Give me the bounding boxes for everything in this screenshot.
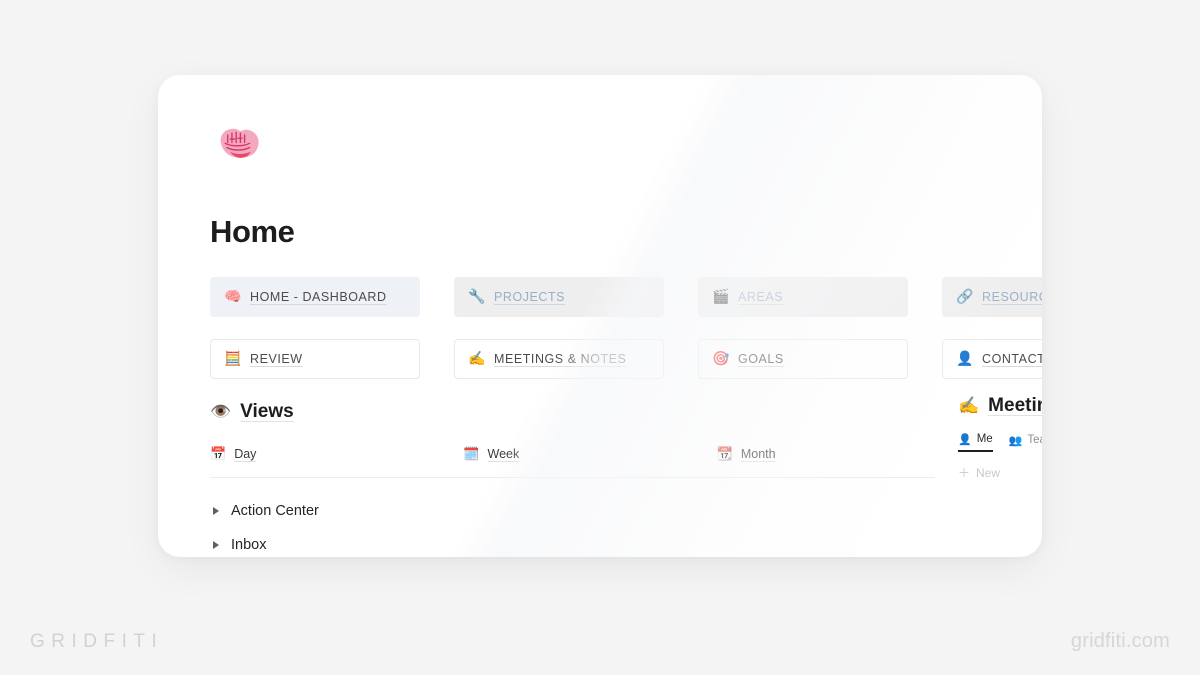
- nav-card-projects[interactable]: 🔧 PROJECTS: [454, 277, 664, 317]
- person-emoji: 👤: [956, 351, 974, 367]
- view-link-label: Month: [740, 447, 776, 461]
- nav-card-label: CONTACTS: [982, 352, 1042, 366]
- gridfiti-site-watermark: gridfiti.com: [1070, 630, 1170, 652]
- view-link-month[interactable]: 📆 Month: [717, 447, 970, 461]
- gridfiti-brand-watermark: GRIDFITI: [30, 631, 164, 652]
- people-icon: 👥: [1008, 433, 1023, 447]
- tab-me[interactable]: 👤 Me: [958, 433, 993, 452]
- views-section: 👁️ Views 📅 Day 🗓️ Week 📆 Month: [210, 401, 1042, 478]
- eye-emoji: 👁️: [210, 401, 232, 422]
- view-link-week[interactable]: 🗓️ Week: [463, 447, 716, 461]
- nav-card-meetings-notes[interactable]: ✍️ MEETINGS & NOTES: [454, 339, 664, 379]
- tab-team[interactable]: 👥 Team: [1009, 434, 1042, 451]
- nav-card-contacts[interactable]: 👤 CONTACTS: [942, 339, 1042, 379]
- calendar-emoji: 📅: [210, 446, 227, 462]
- tab-label: Me: [976, 433, 993, 445]
- pencil-emoji: ✍️: [958, 395, 980, 416]
- wrench-emoji: 🔧: [468, 289, 486, 305]
- clapper-emoji: 🎬: [712, 289, 730, 305]
- plus-icon: ＋: [958, 466, 971, 480]
- page-icon[interactable]: [210, 118, 1042, 172]
- calendar-emoji: 📆: [716, 446, 733, 462]
- nav-card-row-2: 🧮 REVIEW ✍️ MEETINGS & NOTES 🎯 GOALS 👤 C…: [210, 339, 1042, 379]
- toggle-list: Action Center Inbox: [210, 494, 1042, 557]
- meetings-heading: ✍️ Meetin: [958, 395, 1042, 417]
- nav-card-label: RESOURCES: [982, 290, 1042, 304]
- nav-card-label: AREAS: [738, 290, 784, 304]
- notion-page: Home 🧠 HOME - DASHBOARD 🔧 PROJECTS 🎬 ARE…: [158, 75, 1042, 557]
- target-emoji: 🎯: [712, 351, 730, 367]
- nav-card-row-1: 🧠 HOME - DASHBOARD 🔧 PROJECTS 🎬 AREAS 🔗 …: [210, 277, 1042, 317]
- nav-card-label: REVIEW: [250, 352, 303, 366]
- calendar-emoji: 🗓️: [463, 446, 480, 462]
- nav-card-home-dashboard[interactable]: 🧠 HOME - DASHBOARD: [210, 277, 420, 317]
- view-link-day[interactable]: 📅 Day: [210, 447, 463, 461]
- chevron-right-icon[interactable]: [213, 541, 219, 549]
- views-row: 📅 Day 🗓️ Week 📆 Month: [210, 447, 970, 461]
- toggle-label: Action Center: [231, 503, 319, 519]
- brain-emoji: [220, 128, 259, 158]
- meetings-heading-label: Meetin: [988, 395, 1042, 416]
- nav-card-label: PROJECTS: [494, 290, 566, 304]
- views-heading: 👁️ Views: [210, 401, 1042, 423]
- toggle-label: Inbox: [231, 537, 267, 553]
- meetings-rail: ✍️ Meetin 👤 Me 👥 Team ＋ New: [958, 395, 1042, 481]
- nav-card-label: GOALS: [738, 352, 784, 366]
- nav-card-review[interactable]: 🧮 REVIEW: [210, 339, 420, 379]
- person-icon: 👤: [958, 432, 972, 446]
- meetings-tabs: 👤 Me 👥 Team: [958, 433, 1042, 452]
- views-heading-label: Views: [240, 401, 294, 422]
- toggle-action-center[interactable]: Action Center: [210, 494, 1042, 528]
- new-meeting-label: New: [976, 465, 1001, 480]
- nav-card-resources[interactable]: 🔗 RESOURCES: [942, 277, 1042, 317]
- section-divider: [210, 477, 935, 478]
- toggle-inbox[interactable]: Inbox: [210, 528, 1042, 557]
- nav-card-grid: 🧠 HOME - DASHBOARD 🔧 PROJECTS 🎬 AREAS 🔗 …: [210, 277, 1042, 379]
- abacus-emoji: 🧮: [224, 351, 242, 367]
- paperclip-emoji: 🔗: [956, 289, 974, 305]
- nav-card-label: MEETINGS & NOTES: [494, 352, 627, 366]
- nav-card-areas[interactable]: 🎬 AREAS: [698, 277, 908, 317]
- pencil-emoji: ✍️: [468, 351, 486, 367]
- new-meeting-button[interactable]: ＋ New: [958, 464, 1042, 481]
- tab-label: Team: [1027, 434, 1042, 446]
- view-link-label: Day: [234, 447, 257, 461]
- page-title: Home: [210, 214, 295, 249]
- brain-emoji: 🧠: [224, 289, 242, 305]
- notion-window: Home 🧠 HOME - DASHBOARD 🔧 PROJECTS 🎬 ARE…: [158, 75, 1042, 557]
- nav-card-label: HOME - DASHBOARD: [250, 290, 387, 304]
- nav-card-goals[interactable]: 🎯 GOALS: [698, 339, 908, 379]
- view-link-label: Week: [487, 447, 520, 461]
- chevron-right-icon[interactable]: [213, 507, 219, 515]
